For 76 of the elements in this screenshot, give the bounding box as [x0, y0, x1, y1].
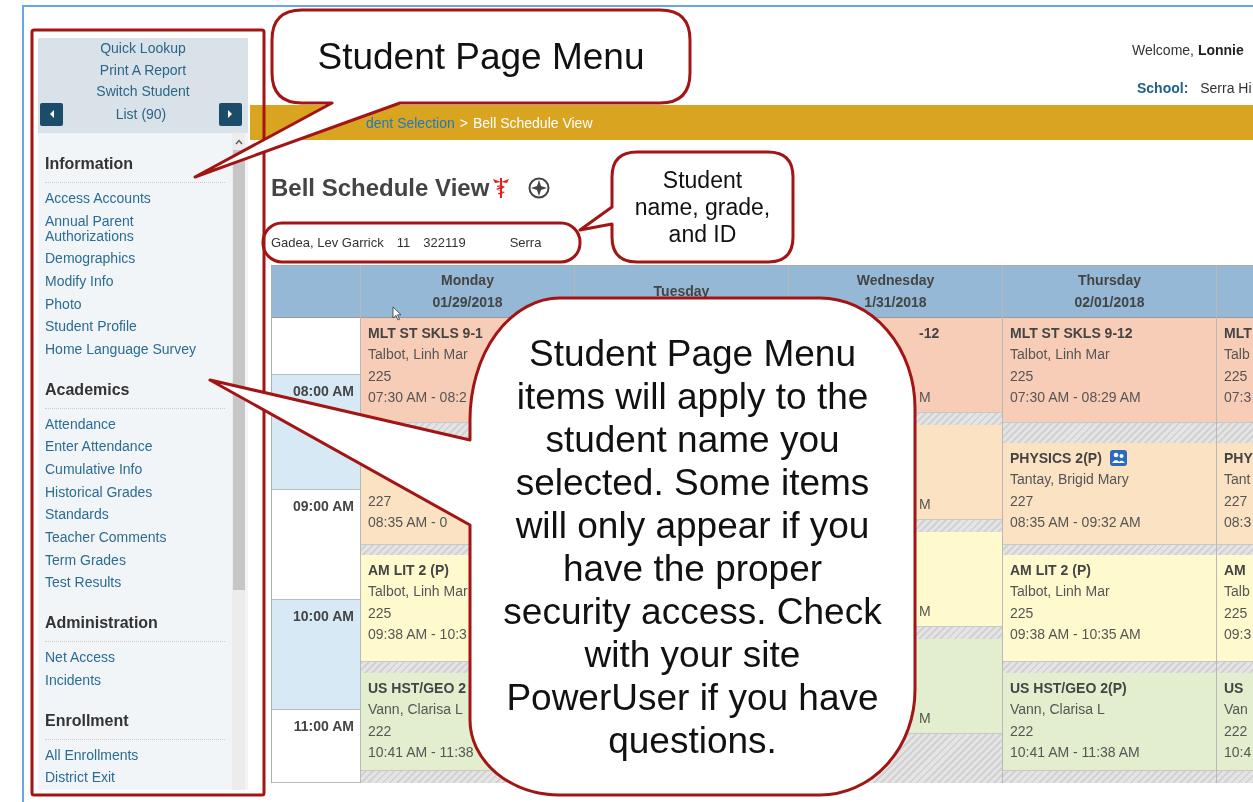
breadcrumb-separator: > [459, 114, 468, 131]
section-heading: Enrollment [45, 711, 225, 740]
class-time: 09:38 AM - 10:35 AM [1010, 625, 1141, 644]
class-title: -12 [919, 323, 940, 343]
room-number: 227 [1224, 491, 1248, 511]
class-time: M [919, 709, 931, 728]
class-time: 07:3 [1224, 388, 1252, 407]
class-time: 09:3 [1224, 625, 1252, 644]
teacher-name: Vann, Clarisa L [1010, 700, 1105, 719]
room-number: 225 [368, 366, 392, 386]
time-label: 11:00 AM [293, 718, 354, 734]
teacher-name: Talb [1224, 582, 1250, 601]
room-number: 225 [1010, 603, 1034, 623]
class-time: 08:3 [1224, 513, 1252, 532]
page-title: Bell Schedule View [271, 173, 490, 203]
class-time: M [919, 388, 931, 407]
room-number: 225 [1224, 366, 1248, 386]
teacher-name: Talbot, Linh Mar [368, 582, 468, 601]
room-number: 227 [1010, 491, 1034, 511]
school-label: School: [1137, 80, 1189, 96]
room-number: 225 [368, 603, 392, 623]
teacher-name: Talb [1224, 345, 1250, 364]
welcome-text: Welcome, Lonnie [1132, 42, 1245, 58]
teacher-name: Tant [1224, 470, 1251, 489]
class-time: 07:30 AM - 08:2 [368, 388, 467, 407]
class-title: MLT [1224, 323, 1252, 343]
class-time: 08:35 AM - 09:32 AM [1010, 513, 1141, 532]
day-name: Thursday [1078, 272, 1141, 289]
room-number: 227 [368, 491, 392, 511]
room-number: 222 [1224, 721, 1248, 741]
teacher-name: Van [1224, 700, 1248, 719]
room-number: 225 [1010, 366, 1034, 386]
class-title: AM LIT 2 (P) [1010, 560, 1091, 580]
class-title: AM LIT 2 (P) [368, 560, 449, 580]
class-time: 10:4 [1224, 743, 1252, 762]
teacher-name: Talbot, Linh Mar [1010, 582, 1110, 601]
school-name: Serra Hi [1200, 80, 1252, 96]
day-date: 1/31/2018 [864, 294, 927, 311]
time-label: 09:00 AM [293, 498, 354, 514]
student-id: 322119 [423, 235, 466, 251]
day-name: Monday [441, 272, 494, 289]
time-label: 10:00 AM [293, 608, 354, 624]
class-time: M [919, 495, 931, 514]
class-title: US HST/GEO 2 [368, 678, 467, 698]
class-time: 10:41 AM - 11:38 AM [1010, 743, 1140, 762]
class-title: PHYSICS 2(P) [1010, 448, 1102, 468]
class-time: M [919, 602, 931, 621]
student-school: Serra [509, 235, 542, 251]
class-title: AM [1224, 560, 1246, 580]
class-time: 10:41 AM - 11:38 [368, 743, 474, 762]
callout-text: Student Page Menu [317, 35, 645, 78]
time-label: 08:00 AM [293, 383, 354, 399]
student-grade: 11 [396, 235, 411, 251]
teacher-name: Vann, Clarisa L [368, 700, 463, 719]
breadcrumb-current: Bell Schedule View [472, 114, 593, 131]
teacher-name: Tantay, Brigid Mary [1010, 470, 1129, 489]
day-name: Tuesday [653, 283, 710, 300]
class-title: MLT ST SKLS 9-1 [368, 323, 483, 343]
class-time: 07:30 AM - 08:29 AM [1010, 388, 1141, 407]
teacher-name: Talbot, Linh Mar [1010, 345, 1110, 364]
room-number: 222 [368, 721, 392, 741]
room-number: 225 [1224, 603, 1248, 623]
callout-text: Student name, grade, and ID [633, 166, 772, 248]
room-number: 222 [1010, 721, 1034, 741]
class-time: 08:35 AM - 0 [368, 513, 448, 532]
day-date: 01/29/2018 [432, 294, 503, 311]
class-title: US [1224, 678, 1244, 698]
class-title: MLT ST SKLS 9-12 [1010, 323, 1133, 343]
teacher-name: Talbot, Linh Mar [368, 345, 468, 364]
class-time: 09:38 AM - 10:3 [368, 625, 467, 644]
day-date: 02/01/2018 [1074, 294, 1145, 311]
student-name: Gadea, Lev Garrick [271, 235, 384, 251]
section-heading: Administration [45, 614, 225, 643]
day-name: Wednesday [856, 272, 935, 289]
class-title: US HST/GEO 2(P) [1010, 678, 1127, 698]
class-title: PHY [1224, 448, 1253, 468]
